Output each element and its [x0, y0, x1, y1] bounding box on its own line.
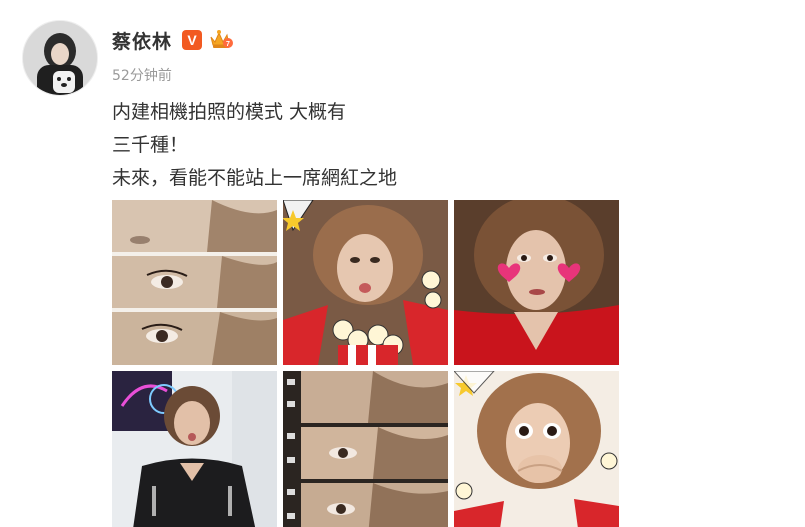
svg-text:7: 7: [226, 41, 230, 48]
post-header: 蔡依林 V 7: [112, 26, 234, 54]
weibo-post: 蔡依林 V 7 52分钟前 内建相機拍照的模式 大概有 三千種！ 未來，看能不能…: [0, 0, 805, 527]
author-name[interactable]: 蔡依林: [112, 27, 172, 54]
photo-pout-popcorn-frame[interactable]: [283, 200, 448, 365]
photo-eyes-triptych-bw[interactable]: [112, 200, 277, 365]
post-timestamp[interactable]: 52分钟前: [112, 65, 172, 85]
photo-grid: [112, 200, 620, 527]
photo-surprised-popcorn-frame[interactable]: [454, 371, 619, 527]
author-avatar[interactable]: [22, 20, 98, 96]
photo-selfie-neon[interactable]: [112, 371, 277, 527]
photo-heart-cheeks-red[interactable]: [454, 200, 619, 365]
post-text-line: 未來，看能不能站上一席網紅之地: [112, 167, 398, 189]
post-text-line: 内建相機拍照的模式 大概有: [112, 101, 347, 123]
avatar-image: [23, 21, 97, 95]
vip-crown-icon[interactable]: 7: [208, 29, 234, 51]
verified-badge-icon: V: [182, 30, 203, 50]
post-text: 内建相機拍照的模式 大概有 三千種！ 未來，看能不能站上一席網紅之地: [112, 96, 397, 195]
post-text-line: 三千種！: [112, 134, 189, 156]
photo-film-strip-eyes[interactable]: [283, 371, 448, 527]
